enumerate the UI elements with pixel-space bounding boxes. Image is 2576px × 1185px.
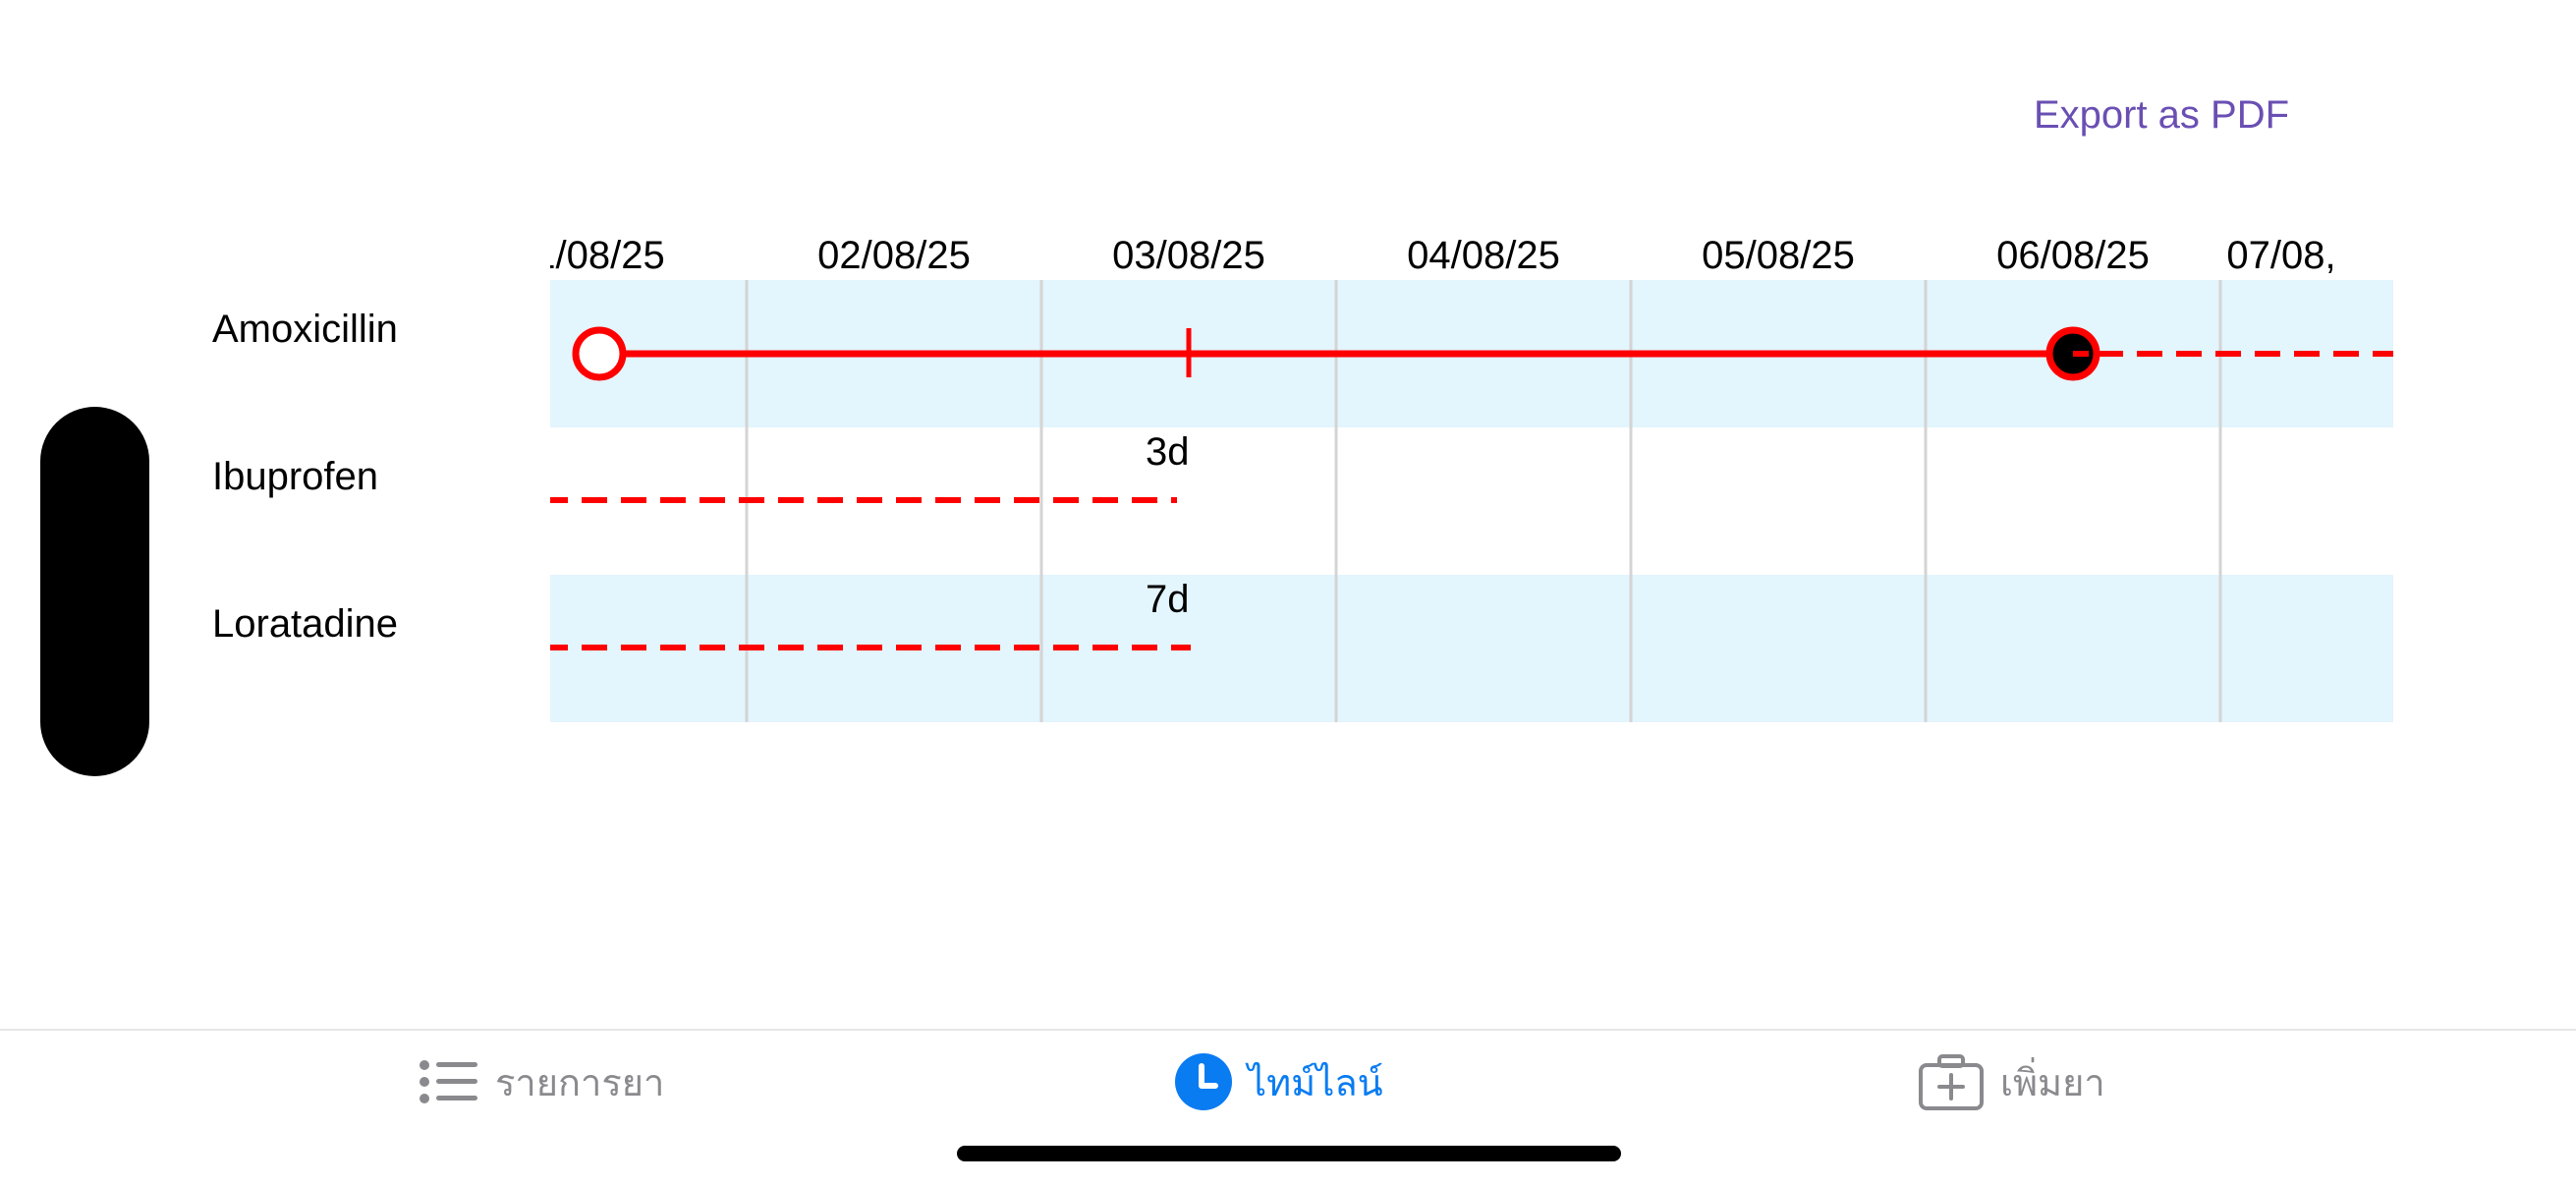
side-handle[interactable] <box>40 407 149 776</box>
date-label: 06/08/25 <box>1996 234 2150 277</box>
home-indicator <box>957 1146 1621 1161</box>
date-label: 02/08/25 <box>817 234 971 277</box>
timeline-svg: 1/08/25 02/08/25 03/08/25 04/08/25 05/08… <box>550 234 2393 722</box>
date-label: 03/08/25 <box>1112 234 1265 277</box>
tab-medication-list[interactable]: รายการยา <box>419 1052 664 1111</box>
loratadine-duration-label: 7d <box>1146 578 1190 621</box>
amoxicillin-start-marker[interactable] <box>572 326 627 381</box>
timeline-chart[interactable]: 1/08/25 02/08/25 03/08/25 04/08/25 05/08… <box>550 216 2393 727</box>
tab-add-medication[interactable]: เพิ่มยา <box>1918 1052 2105 1111</box>
tab-timeline[interactable]: ไทม์ไลน์ <box>1175 1052 1383 1111</box>
list-icon <box>419 1059 479 1104</box>
date-label: 07/08, <box>2226 234 2335 277</box>
med-label-amoxicillin: Amoxicillin <box>212 308 398 351</box>
med-label-loratadine: Loratadine <box>212 602 399 646</box>
date-label: 04/08/25 <box>1407 234 1560 277</box>
tab-label: รายการยา <box>495 1062 665 1104</box>
date-label: 1/08/25 <box>550 234 665 277</box>
clock-icon <box>1175 1053 1232 1110</box>
ibuprofen-duration-label: 3d <box>1146 430 1190 474</box>
medkit-add-icon <box>1918 1053 1985 1110</box>
tab-bar: รายการยา ไทม์ไลน์ เพิ่มยา <box>0 1029 2576 1185</box>
med-label-ibuprofen: Ibuprofen <box>212 455 379 498</box>
timeline-screen: Export as PDF Amoxicillin Ibuprofen Lora… <box>0 0 2576 1185</box>
tab-label: เพิ่มยา <box>2000 1062 2105 1104</box>
export-pdf-button[interactable]: Export as PDF <box>1965 83 2358 147</box>
tab-label: ไทม์ไลน์ <box>1248 1062 1383 1104</box>
date-label: 05/08/25 <box>1702 234 1855 277</box>
